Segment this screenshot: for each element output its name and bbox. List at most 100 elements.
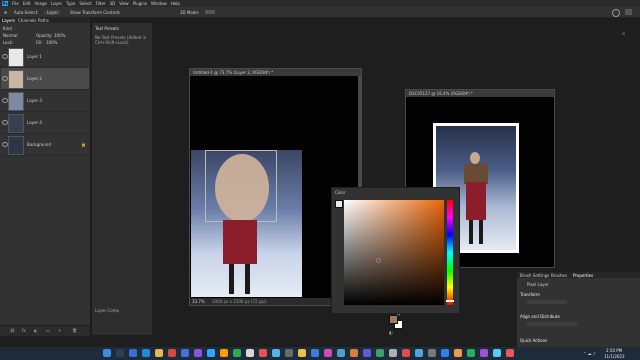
menu-item-view[interactable]: View (119, 1, 129, 6)
photoshop-logo-icon[interactable]: Ps (2, 1, 8, 6)
close-icon[interactable]: × (622, 31, 625, 36)
search-icon[interactable] (116, 349, 124, 357)
document-title-bar[interactable]: Untitled-1 @ 73.7% (Layer 2, RGB/8#) * (190, 69, 361, 76)
transform-section[interactable]: Transform (520, 292, 540, 297)
app-icon[interactable] (259, 349, 267, 357)
tab-paths[interactable]: Paths (38, 18, 49, 23)
menu-item-plugins[interactable]: Plugins (133, 1, 147, 6)
layer-row[interactable]: Layer 4 (1, 112, 89, 134)
folder-icon[interactable]: ▭ (46, 328, 50, 333)
menu-item-window[interactable]: Window (151, 1, 167, 6)
transform-box[interactable] (205, 150, 277, 222)
app-icon[interactable] (246, 349, 254, 357)
app-icon[interactable] (493, 349, 501, 357)
layer-comp-label[interactable]: Layer Comp (95, 308, 119, 313)
properties-panel: Brush Settings Brushes Properties Pixel … (517, 271, 640, 348)
app-icon[interactable] (233, 349, 241, 357)
system-tray-icons[interactable]: ⌃ ☁ ♪ (583, 351, 595, 356)
edge-icon[interactable] (142, 349, 150, 357)
photoshop-taskbar-icon[interactable] (207, 349, 215, 357)
app-icon[interactable] (480, 349, 488, 357)
target-select[interactable]: Layer (44, 10, 62, 15)
app-icon[interactable] (402, 349, 410, 357)
menu-item-edit[interactable]: Edit (23, 1, 31, 6)
menu-item-filter[interactable]: Filter (96, 1, 106, 6)
file-explorer-icon[interactable] (155, 349, 163, 357)
align-buttons[interactable] (205, 10, 215, 14)
tab-layers[interactable]: Layers (2, 18, 15, 23)
auto-select-label[interactable]: Auto-Select: (14, 10, 39, 15)
share-icon[interactable] (625, 9, 632, 15)
chrome-icon[interactable] (168, 349, 176, 357)
quick-actions-section[interactable]: Quick Actions (520, 338, 547, 343)
store-icon[interactable] (181, 349, 189, 357)
layer-thumbnail (8, 70, 24, 89)
menu-item-file[interactable]: File (12, 1, 19, 6)
opacity-value[interactable]: 100% (54, 33, 65, 38)
menu-item-type[interactable]: Type (66, 1, 75, 6)
hue-handle[interactable] (446, 300, 454, 302)
swap-colors-icon[interactable]: ↔ (397, 312, 400, 317)
fill-value[interactable]: 100% (46, 40, 57, 45)
align-section[interactable]: Align and Distribute (520, 314, 560, 319)
menu-item-layer[interactable]: Layer (51, 1, 62, 6)
tab-brushes[interactable]: Brushes (551, 273, 567, 278)
fx-icon[interactable]: fx (22, 328, 26, 333)
lock-label: Lock: (3, 40, 14, 45)
app-icon[interactable] (376, 349, 384, 357)
layer-filter-select[interactable]: Kind (3, 26, 12, 31)
tab-channels[interactable]: Channels (18, 18, 37, 23)
app-icon[interactable] (415, 349, 423, 357)
default-colors-icon[interactable]: ◧ (389, 330, 393, 335)
color-cursor[interactable] (376, 258, 381, 263)
transform-fields[interactable] (527, 300, 567, 304)
pixel-layer-label: Pixel Layer (527, 282, 549, 287)
zoom-level[interactable]: 33.7% (192, 299, 205, 304)
move-tool-icon[interactable]: ✥ (4, 10, 7, 15)
app-icon[interactable] (389, 349, 397, 357)
new-layer-icon[interactable]: + (58, 328, 61, 333)
transform-controls-checkbox[interactable]: Show Transform Controls (70, 10, 120, 15)
hue-slider[interactable] (446, 200, 454, 305)
app-icon[interactable] (272, 349, 280, 357)
document-title-bar[interactable]: DSC05127 @ 16.4% (RGB/8#) * (406, 90, 554, 97)
menu-item-3d[interactable]: 3D (110, 1, 116, 6)
layer-row[interactable]: Layer 2 (1, 68, 89, 90)
foreground-swatch[interactable] (335, 200, 343, 208)
app-icon[interactable] (350, 349, 358, 357)
task-view-icon[interactable] (129, 349, 137, 357)
search-icon[interactable] (612, 9, 620, 17)
teams-icon[interactable] (194, 349, 202, 357)
clock-date[interactable]: 11/1/2023 (604, 354, 625, 359)
app-icon[interactable] (285, 349, 293, 357)
app-icon[interactable] (298, 349, 306, 357)
app-icon[interactable] (428, 349, 436, 357)
clock-time[interactable]: 2:50 PM (606, 348, 622, 353)
menu-item-select[interactable]: Select (79, 1, 91, 6)
blend-mode-select[interactable]: Normal (3, 33, 17, 38)
app-icon[interactable] (454, 349, 462, 357)
app-icon[interactable] (441, 349, 449, 357)
app-icon[interactable] (324, 349, 332, 357)
window-controls[interactable]: – □ × (618, 1, 638, 36)
link-icon[interactable]: ⛓ (10, 328, 15, 333)
trash-icon[interactable]: 🗑 (72, 328, 77, 333)
tab-properties[interactable]: Properties (573, 273, 593, 278)
app-icon[interactable] (467, 349, 475, 357)
mask-icon[interactable]: ◐ (34, 328, 38, 333)
align-buttons[interactable] (527, 322, 577, 326)
tab-brush-settings[interactable]: Brush Settings (520, 273, 549, 278)
app-icon[interactable] (337, 349, 345, 357)
saturation-value-field[interactable] (344, 200, 444, 305)
app-icon[interactable] (363, 349, 371, 357)
menu-item-help[interactable]: Help (171, 1, 180, 6)
menu-item-image[interactable]: Image (34, 1, 47, 6)
canvas-image[interactable] (191, 150, 302, 297)
app-icon[interactable] (311, 349, 319, 357)
layer-row[interactable]: Layer 1 (1, 46, 89, 68)
layer-row[interactable]: Background 🔒 (1, 134, 89, 156)
app-icon[interactable] (506, 349, 514, 357)
layer-row[interactable]: Layer 3 (1, 90, 89, 112)
illustrator-icon[interactable] (220, 349, 228, 357)
start-icon[interactable] (103, 349, 111, 357)
